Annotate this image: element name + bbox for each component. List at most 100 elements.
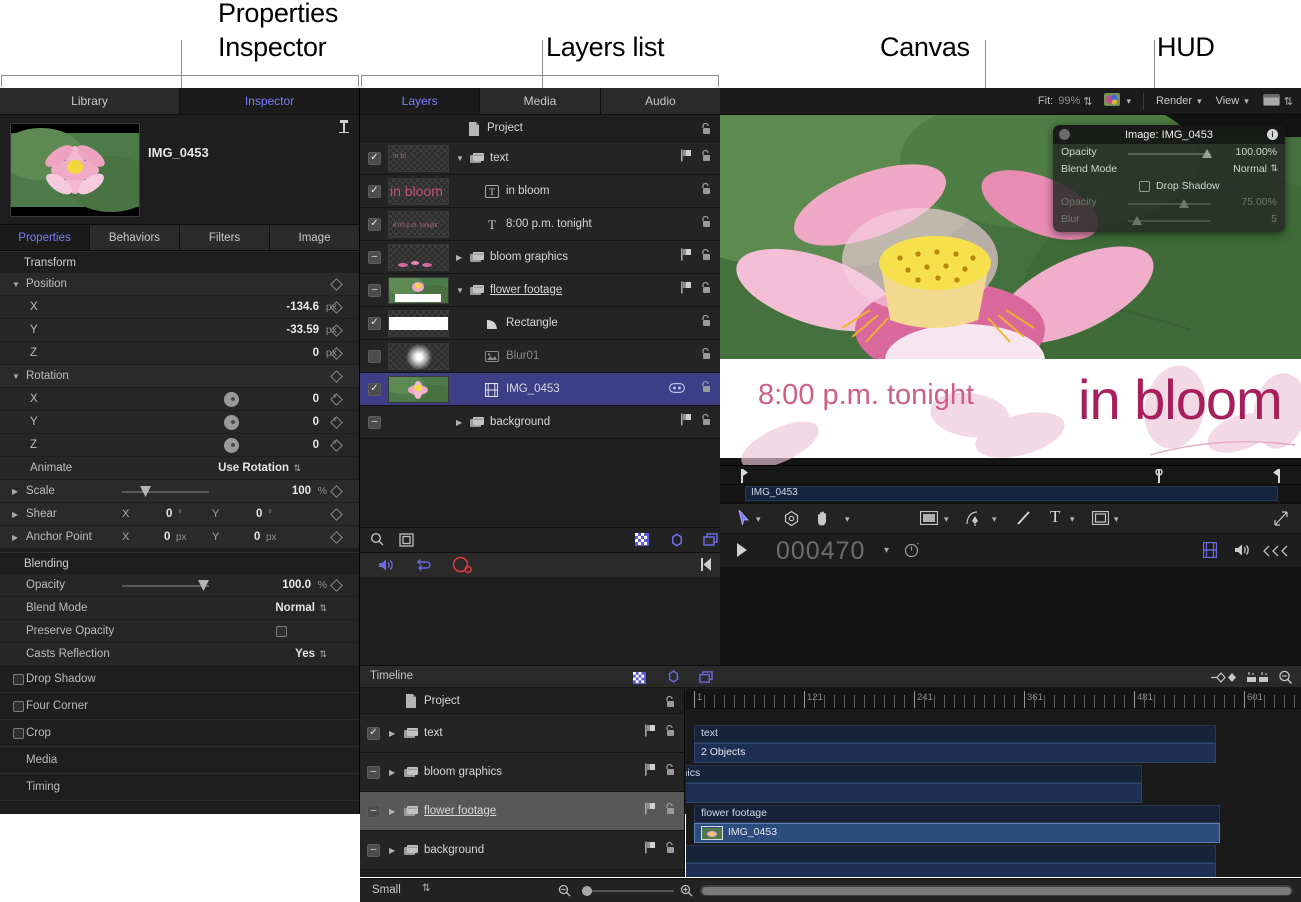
row-position[interactable]: ▼ Position [0,273,359,296]
disclosure-down-icon[interactable]: ▼ [456,286,464,295]
timeline-track-bar[interactable]: background 3 Objects [686,845,1216,877]
opacity-slider[interactable] [122,585,209,587]
rectangle-shape-icon[interactable] [920,511,938,530]
lock-icon[interactable] [699,347,712,365]
lock-icon[interactable] [699,149,712,167]
layer-row[interactable]: ✓in bloomTin bloom [360,175,720,208]
layer-row[interactable]: ✓in bl▼text [360,142,720,175]
timeline-enable-checkbox[interactable]: – [367,844,380,857]
disclosure-down-icon[interactable]: ▼ [456,154,464,163]
layer-row[interactable]: –▼flower footage [360,274,720,307]
view-label[interactable]: View [1216,95,1240,107]
keyframe-editor-icon[interactable] [1211,671,1237,689]
row-position-x[interactable]: X -134.6 px [0,296,359,319]
horizontal-scrollbar[interactable] [700,885,1293,896]
hud-opacity-slider[interactable] [1128,153,1211,155]
subtab-behaviors[interactable]: Behaviors [90,225,180,251]
tab-media[interactable]: Media [480,88,600,115]
slider-knob[interactable] [140,486,151,497]
canvas-viewport[interactable]: 8:00 p.m. tonight in bloom Image: IMG_04… [720,115,1301,465]
timeline-track-bar[interactable]: bloom graphics 2 Objects [686,765,1142,803]
row-preserve-opacity[interactable]: Preserve Opacity [0,620,359,643]
tab-audio[interactable]: Audio [601,88,720,115]
lock-icon[interactable] [663,763,676,781]
zoom-slider[interactable] [582,890,674,892]
timeline-content-strip[interactable]: 3 Objects [686,863,1216,877]
fullscreen-icon[interactable] [1274,511,1289,531]
anchor-y-value[interactable]: 0 [254,531,260,543]
hud-row-blend-mode[interactable]: Blend Mode Normal ⇅ [1053,161,1285,178]
row-rotation-y[interactable]: Y 0 ° [0,411,359,434]
hud-panel[interactable]: Image: IMG_0453 i Opacity 100.00% Blend … [1053,125,1285,232]
flag-icon[interactable] [644,841,657,859]
subtab-filters[interactable]: Filters [180,225,270,251]
mask-circle-icon[interactable] [670,533,684,552]
layer-enable-checkbox[interactable] [368,350,381,363]
zoom-fit-icon[interactable] [1278,670,1293,690]
row-value[interactable]: 100 [292,485,311,497]
timeline-group-strip[interactable]: flower footage [694,805,1220,823]
row-value[interactable]: 0 [313,393,319,405]
flag-icon[interactable] [644,724,657,742]
lock-icon[interactable] [699,248,712,266]
row-position-y[interactable]: Y -33.59 px [0,319,359,342]
stopwatch-icon[interactable] [904,542,920,563]
tab-inspector[interactable]: Inspector [180,88,359,115]
lock-icon[interactable] [663,724,676,742]
disclosure-right-icon[interactable]: ▶ [12,510,18,519]
render-label[interactable]: Render [1156,95,1192,107]
row-value[interactable]: Normal [275,602,315,614]
keyframe-icon[interactable] [330,579,343,592]
keyframe-icon[interactable] [330,531,343,544]
chevron-down-icon[interactable]: ▾ [1197,96,1202,107]
row-value[interactable]: 100.0 [282,579,311,591]
record-keyframe-icon[interactable] [452,556,472,579]
stepper-icon[interactable]: ⇅ [319,649,327,660]
timeline-content-strip[interactable]: IMG_0453 [694,823,1220,843]
row-value[interactable]: Use Rotation [218,462,289,474]
row-rotation-animate[interactable]: Animate Use Rotation ⇅ [0,457,359,480]
pin-icon[interactable] [337,119,351,137]
row-shear[interactable]: ▶ Shear X 0 ° Y 0 ° [0,503,359,526]
layer-enable-checkbox[interactable]: ✓ [368,152,381,165]
timeline-content-strip[interactable]: 2 Objects [686,783,1142,803]
timeline-group-strip[interactable]: background [686,845,1216,863]
flag-icon[interactable] [644,763,657,781]
anchor-x-value[interactable]: 0 [164,531,170,543]
lock-icon[interactable] [699,122,712,135]
row-drop-shadow[interactable]: Drop Shadow [0,666,359,693]
row-value[interactable]: -33.59 [286,324,319,336]
layer-enable-checkbox[interactable]: – [368,284,381,297]
flag-icon[interactable] [644,802,657,820]
text-tool-icon[interactable]: T [1050,507,1060,527]
layout-icon[interactable] [1263,94,1280,109]
search-icon[interactable] [370,532,385,552]
lock-icon[interactable] [663,802,676,820]
timeline-track-bar[interactable]: flower footage IMG_0453 [694,805,1220,843]
hud-close-icon[interactable] [1059,129,1070,140]
shear-y-value[interactable]: 0 [256,508,262,520]
timeline-group-strip[interactable]: bloom graphics [686,765,1142,783]
new-group-icon[interactable] [399,533,414,552]
shear-x-value[interactable]: 0 [166,508,172,520]
disclosure-right-icon[interactable]: ▶ [389,729,395,738]
layer-enable-checkbox[interactable]: ✓ [368,218,381,231]
film-strip-icon[interactable] [1203,542,1217,563]
lock-icon[interactable] [663,841,676,859]
hud-value[interactable]: 100.00% [1236,146,1277,158]
disclosure-right-icon[interactable]: ▶ [389,768,395,777]
fit-stepper-icon[interactable]: ⇅ [1083,95,1092,108]
tab-library[interactable]: Library [0,88,180,115]
tab-layers[interactable]: Layers [360,88,480,115]
keyframe-icon[interactable] [330,370,343,383]
slider-knob[interactable] [198,580,209,591]
disclosure-right-icon[interactable]: ▶ [456,253,462,262]
flag-icon[interactable] [680,281,693,299]
row-media[interactable]: Media [0,747,359,774]
hud-info-icon[interactable]: i [1267,129,1278,140]
layer-row[interactable]: –▶background [360,406,720,439]
audio-icon[interactable] [378,558,395,577]
row-four-corner[interactable]: Four Corner [0,693,359,720]
chevron-down-icon[interactable]: ▾ [1244,96,1249,107]
chevron-down-icon[interactable]: ▾ [845,514,850,525]
